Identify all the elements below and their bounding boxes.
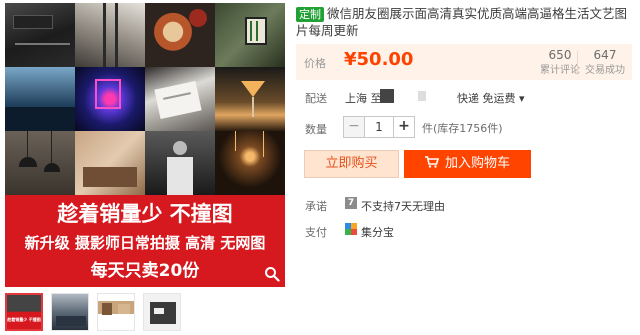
sales-stat: 647 交易成功 bbox=[580, 48, 630, 78]
jifenbao-icon bbox=[345, 223, 357, 235]
destination-redacted-block bbox=[380, 89, 394, 103]
thumbnail-1[interactable]: 趁着销量少 不撞图 bbox=[5, 293, 43, 331]
collage-tile-book bbox=[145, 67, 215, 131]
collage-tile-city bbox=[5, 67, 75, 131]
product-title-text: 微信朋友圈展示面高清真实优质高端高逼格生活文艺图片每周更新 bbox=[296, 6, 628, 38]
add-to-cart-button[interactable]: 加入购物车 bbox=[404, 150, 531, 178]
thumbnail-4[interactable] bbox=[143, 293, 181, 331]
quantity-stepper: − 1 + bbox=[343, 116, 415, 138]
stock-info: 件(库存1756件) bbox=[422, 122, 503, 135]
price-label: 价格 bbox=[304, 57, 326, 70]
shipping-method-dropdown[interactable]: 快递 免运费 ▾ bbox=[457, 90, 525, 106]
shipping-label: 配送 bbox=[305, 92, 327, 105]
quantity-input[interactable]: 1 bbox=[364, 117, 394, 137]
thumbnail-3[interactable] bbox=[97, 293, 135, 331]
payment-label: 支付 bbox=[305, 226, 327, 239]
promo-headline: 趁着销量少 不撞图 bbox=[57, 202, 233, 226]
collage-tile-portrait bbox=[145, 131, 215, 195]
product-title: 定制 微信朋友圈展示面高清真实优质高端高逼格生活文艺图片每周更新 bbox=[296, 5, 632, 39]
collage-tile-interior bbox=[75, 3, 145, 67]
promo-limit-line: 每天只卖20份 bbox=[90, 261, 200, 281]
collage-tile-pizza bbox=[145, 3, 215, 67]
quantity-label: 数量 bbox=[305, 123, 327, 136]
sales-count: 647 bbox=[593, 48, 617, 62]
thumbnail-1-caption: 趁着销量少 不撞图 bbox=[7, 317, 41, 322]
collage-tile-studio bbox=[5, 3, 75, 67]
photo-collage bbox=[5, 3, 285, 195]
collage-tile-plant bbox=[215, 3, 285, 67]
collage-tile-lamps bbox=[5, 131, 75, 195]
promise-text[interactable]: 不支持7天无理由 bbox=[361, 198, 445, 214]
price-panel: 价格 ¥50.00 650 累计评论 647 交易成功 bbox=[296, 44, 632, 80]
quantity-decrease-button[interactable]: − bbox=[344, 117, 364, 137]
collage-tile-neon bbox=[75, 67, 145, 131]
zoom-icon[interactable] bbox=[264, 266, 280, 282]
thumbnail-strip: 趁着销量少 不撞图 bbox=[5, 293, 181, 331]
custom-tag-badge: 定制 bbox=[296, 7, 324, 22]
price-value: ¥50.00 bbox=[344, 49, 414, 70]
promo-banner: 趁着销量少 不撞图 新升级 摄影师日常拍摄 高清 无网图 每天只卖20份 bbox=[5, 195, 285, 287]
collage-tile-cocktail bbox=[215, 67, 285, 131]
quantity-increase-button[interactable]: + bbox=[394, 117, 414, 137]
sales-label: 交易成功 bbox=[585, 65, 625, 76]
cart-icon bbox=[424, 156, 439, 168]
add-to-cart-label: 加入购物车 bbox=[444, 156, 510, 171]
collage-tile-bar bbox=[215, 131, 285, 195]
shipping-from: 上海 至 bbox=[345, 92, 382, 105]
no-return-icon: 7 bbox=[345, 197, 357, 209]
shipping-row: 配送 上海 至 快递 免运费 ▾ bbox=[305, 89, 625, 106]
promo-subline: 新升级 摄影师日常拍摄 高清 无网图 bbox=[24, 234, 266, 252]
thumbnail-2[interactable] bbox=[51, 293, 89, 331]
payment-method-text[interactable]: 集分宝 bbox=[361, 224, 394, 240]
promise-label: 承诺 bbox=[305, 200, 327, 213]
destination-placeholder bbox=[418, 91, 426, 101]
shipping-destination-selector[interactable] bbox=[380, 89, 426, 103]
stat-divider bbox=[577, 51, 578, 75]
collage-tile-cafe bbox=[75, 131, 145, 195]
main-product-image[interactable]: 趁着销量少 不撞图 新升级 摄影师日常拍摄 高清 无网图 每天只卖20份 bbox=[5, 3, 285, 287]
buy-now-button[interactable]: 立即购买 bbox=[304, 150, 399, 178]
